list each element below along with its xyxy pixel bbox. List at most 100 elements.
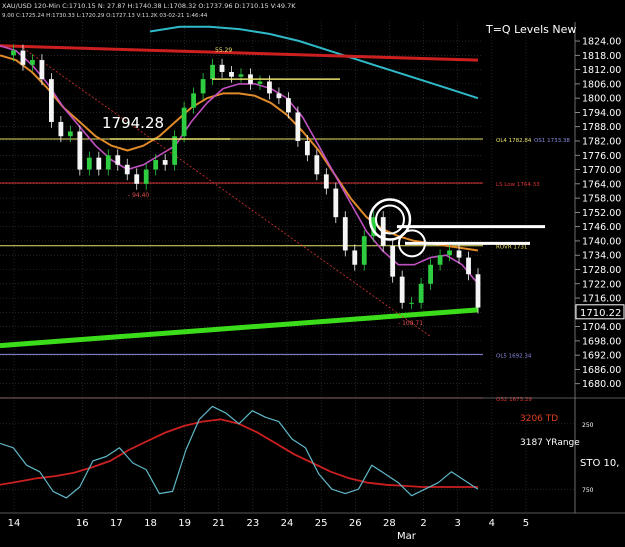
y-tick-label: 1818.00 bbox=[582, 51, 621, 62]
y-tick-label: 1758.00 bbox=[582, 194, 621, 205]
x-tick-label: 18 bbox=[144, 518, 157, 529]
candle-body bbox=[342, 217, 348, 251]
candle-body bbox=[49, 79, 54, 122]
candle-body bbox=[134, 174, 140, 184]
y-tick-label: 1776.00 bbox=[582, 151, 621, 162]
x-tick-label: 26 bbox=[349, 518, 362, 529]
y-tick-label: 1746.00 bbox=[582, 222, 621, 233]
y-tick-label: 1800.00 bbox=[582, 94, 621, 105]
sto-label: STO 10, bbox=[580, 458, 619, 469]
candle-body bbox=[314, 155, 320, 175]
x-tick-label: 24 bbox=[281, 518, 294, 529]
y-tick-label: 1740.00 bbox=[582, 236, 621, 247]
x-tick-label: 5 bbox=[523, 518, 529, 529]
candle-body bbox=[333, 188, 339, 218]
candle-body bbox=[77, 131, 83, 170]
candle-body bbox=[172, 136, 178, 165]
td-label: 3206 TD bbox=[520, 414, 558, 424]
candle-body bbox=[39, 60, 45, 80]
y-tick-label: 1734.00 bbox=[582, 251, 621, 262]
y-tick-label: 1692.00 bbox=[582, 351, 621, 362]
x-tick-label: 2 bbox=[420, 518, 426, 529]
y-tick-label: 1824.00 bbox=[582, 37, 621, 48]
candle-body bbox=[115, 155, 121, 165]
last-price-label: 1710.22 bbox=[580, 308, 621, 319]
x-tick-label: 17 bbox=[110, 518, 123, 529]
osc-tick-label: 750 bbox=[582, 487, 594, 494]
candle-body bbox=[466, 257, 471, 275]
candle-body bbox=[229, 71, 234, 77]
candle-body bbox=[295, 112, 301, 141]
small-annotation-label: 55.29 bbox=[215, 47, 232, 54]
chart-title: T=Q Levels New bbox=[485, 23, 576, 36]
y-tick-label: 1686.00 bbox=[582, 365, 621, 376]
candle-body bbox=[409, 302, 415, 304]
small-annotation-label: - 108.71 bbox=[398, 320, 423, 327]
candle-body bbox=[124, 164, 130, 175]
candle-body bbox=[153, 160, 159, 170]
y-tick-label: 1722.00 bbox=[582, 279, 621, 290]
candle-body bbox=[105, 155, 111, 170]
y-tick-label: 1764.00 bbox=[582, 179, 621, 190]
x-tick-label: 25 bbox=[315, 518, 328, 529]
chart-canvas: OL4 1782.84 OS1 1733.38 LS Low 1764.33 ROVR… bbox=[0, 0, 625, 543]
y-tick-label: 1812.00 bbox=[582, 65, 621, 76]
y-tick-label: 1794.00 bbox=[582, 108, 621, 119]
x-tick-label: 14 bbox=[8, 518, 21, 529]
y-tick-label: 1782.00 bbox=[582, 136, 621, 147]
price-annotation: 1794.28 bbox=[102, 114, 164, 132]
candle-body bbox=[352, 250, 358, 265]
y-tick-label: 1752.00 bbox=[582, 208, 621, 219]
x-tick-label: 16 bbox=[76, 518, 89, 529]
candle-body bbox=[200, 79, 206, 94]
candle-body bbox=[11, 50, 16, 56]
candle-body bbox=[323, 174, 329, 189]
y-tick-label: 1788.00 bbox=[582, 122, 621, 133]
candle-body bbox=[67, 131, 73, 137]
candle-body bbox=[418, 283, 424, 303]
candle-body bbox=[58, 121, 64, 137]
candle-body bbox=[267, 81, 272, 94]
candle-body bbox=[20, 50, 26, 65]
candle-body bbox=[447, 250, 452, 256]
osc-tick-label: 250 bbox=[582, 422, 594, 429]
candle-body bbox=[238, 74, 244, 77]
y-tick-label: 1728.00 bbox=[582, 265, 621, 276]
x-tick-label: 19 bbox=[178, 518, 191, 529]
candle-body bbox=[210, 64, 215, 80]
y-tick-label: 1698.00 bbox=[582, 336, 621, 347]
candle-body bbox=[390, 245, 396, 277]
candle-body bbox=[86, 157, 92, 170]
candle-body bbox=[257, 81, 263, 84]
y-tick-label: 1704.00 bbox=[582, 322, 621, 333]
x-tick-label: 4 bbox=[489, 518, 495, 529]
level-label: OL4 1782.84 bbox=[496, 138, 532, 144]
y-tick-label: 1806.00 bbox=[582, 79, 621, 90]
candle-body bbox=[143, 169, 149, 184]
candle-body bbox=[219, 64, 225, 72]
symbol-header: XAU/USD 120-Min C:1710.15 N: 27.87 H:174… bbox=[2, 2, 296, 10]
level-label: LS Low 1764.33 bbox=[496, 182, 540, 188]
candle-body bbox=[428, 264, 433, 284]
candle-body bbox=[437, 255, 443, 265]
candle-body bbox=[191, 93, 196, 108]
candle-body bbox=[162, 160, 168, 165]
sub-header: 9.00 C:1725.24 H:1730.33 L:1720.29 O:172… bbox=[2, 13, 208, 19]
x-tick-label: 3 bbox=[454, 518, 460, 529]
candle-body bbox=[181, 107, 187, 137]
candle-body bbox=[96, 157, 102, 170]
candle-body bbox=[304, 140, 310, 156]
candle-body bbox=[276, 93, 282, 99]
candle-body bbox=[456, 250, 462, 258]
candle-body bbox=[361, 236, 367, 265]
x-tick-label: 21 bbox=[212, 518, 225, 529]
candle-body bbox=[286, 98, 291, 113]
candle-body bbox=[399, 276, 405, 303]
y-tick-label: 1770.00 bbox=[582, 165, 621, 176]
candle-body bbox=[475, 274, 481, 308]
y-tick-label: 1716.00 bbox=[582, 294, 621, 305]
level-label-secondary: OS1 1733.38 bbox=[534, 138, 570, 144]
y-tick-label: 1680.00 bbox=[582, 379, 621, 390]
chart-window: OL4 1782.84 OS1 1733.38 LS Low 1764.33 ROVR… bbox=[0, 0, 625, 543]
level-label: ROVR 1731 bbox=[496, 245, 527, 251]
